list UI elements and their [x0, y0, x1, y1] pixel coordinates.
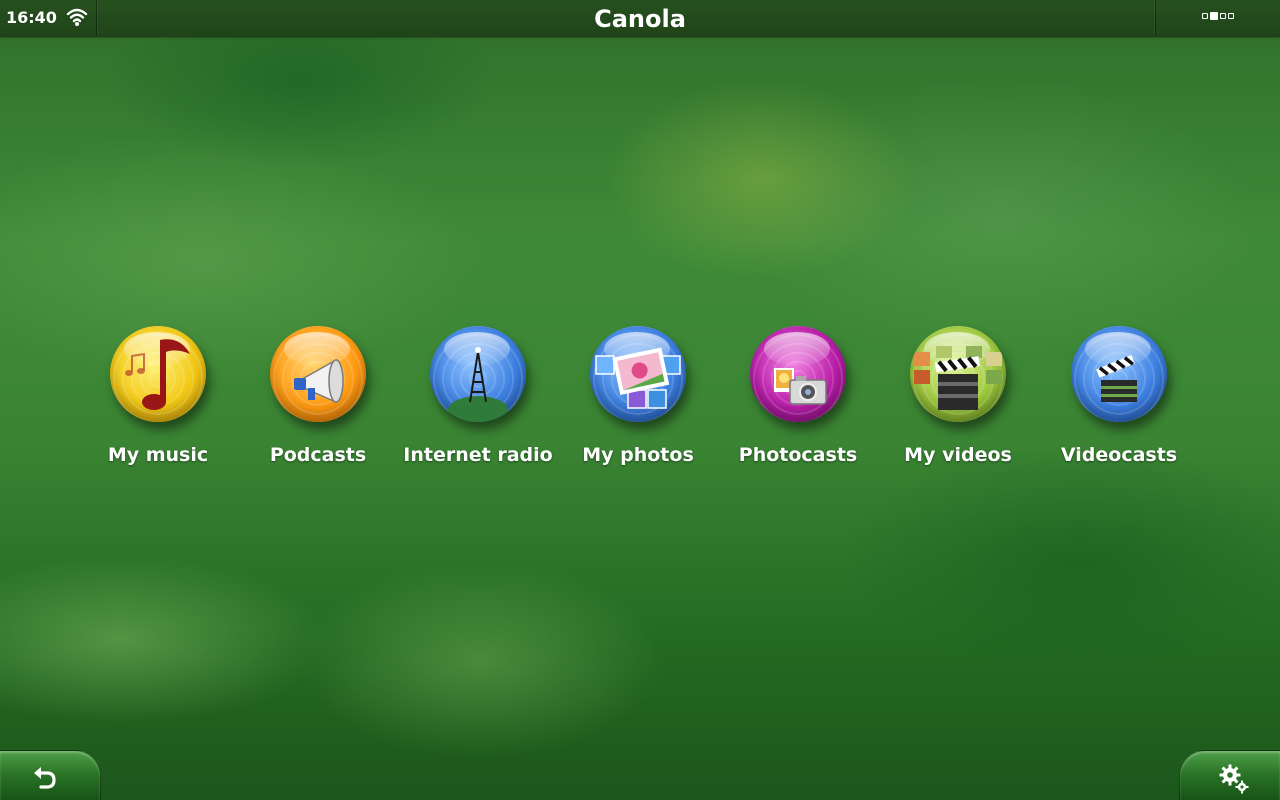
- page-dot-2: [1210, 12, 1218, 20]
- launcher-item-label: My photos: [582, 444, 694, 466]
- launcher-item-label: Podcasts: [269, 444, 367, 466]
- page-indicator[interactable]: [1155, 0, 1280, 36]
- music-note-icon: [110, 326, 206, 422]
- megaphone-icon: [270, 326, 366, 422]
- radio-tower-icon: [430, 326, 526, 422]
- launcher-item-label: My music: [107, 444, 209, 466]
- launcher-item-my-music[interactable]: My music: [78, 326, 238, 466]
- page-dot-4: [1228, 13, 1234, 19]
- photos-icon: [590, 326, 686, 422]
- back-button[interactable]: [0, 750, 101, 800]
- launcher-item-label: My videos: [904, 444, 1012, 466]
- status-area: 16:40: [0, 0, 97, 36]
- gear-icon: [1219, 764, 1249, 794]
- clapperboard-icon: [1071, 326, 1167, 422]
- clapperboard-film-icon: [910, 326, 1006, 422]
- page-dot-3: [1220, 13, 1226, 19]
- launcher-item-label: Internet radio: [403, 444, 553, 466]
- launcher-item-videocasts[interactable]: Videocasts: [1039, 326, 1199, 466]
- camera-icon: [750, 326, 846, 422]
- page-dot-1: [1202, 13, 1208, 19]
- page-title: Canola: [594, 5, 686, 33]
- settings-button[interactable]: [1179, 750, 1280, 800]
- launcher-item-internet-radio[interactable]: Internet radio: [398, 326, 558, 466]
- clock: 16:40: [6, 8, 57, 27]
- top-bar: 16:40 Canola: [0, 0, 1280, 37]
- launcher-item-photocasts[interactable]: Photocasts: [718, 326, 878, 466]
- launcher-item-my-photos[interactable]: My photos: [558, 326, 718, 466]
- launcher-item-label: Photocasts: [738, 444, 858, 466]
- back-arrow-icon: [34, 767, 56, 789]
- wifi-icon: [66, 8, 88, 26]
- launcher-item-label: Videocasts: [1060, 444, 1178, 466]
- launcher-item-my-videos[interactable]: My videos: [878, 326, 1038, 466]
- launcher-item-podcasts[interactable]: Podcasts: [238, 326, 398, 466]
